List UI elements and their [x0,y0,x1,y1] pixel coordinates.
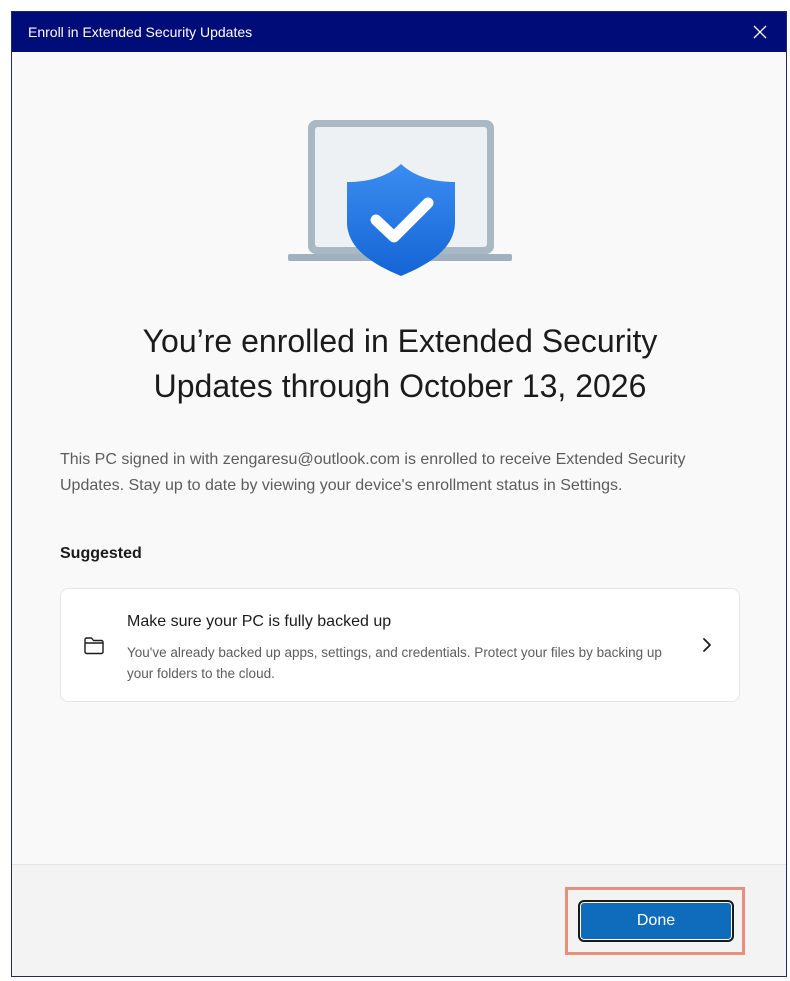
backup-suggestion-card[interactable]: Make sure your PC is fully backed up You… [60,588,740,702]
page-title-line-2: Updates through October 13, 2026 [153,368,647,404]
page-title-line-1: You’re enrolled in Extended Security [142,323,658,359]
card-description: You've already backed up apps, settings,… [127,645,662,681]
window-title: Enroll in Extended Security Updates [28,24,253,40]
enrollment-description: This PC signed in with zengaresu@outlook… [60,451,686,494]
close-icon [753,25,767,39]
dialog-window: Enroll in Extended Security Updates You’… [11,11,787,977]
dialog-content: You’re enrolled in Extended Security Upd… [12,52,786,864]
close-button[interactable] [734,12,786,52]
suggested-heading: Suggested [60,545,142,562]
done-button[interactable]: Done [578,900,734,942]
page-title: You’re enrolled in Extended Security Upd… [52,319,748,409]
laptop-shield-check-icon [282,112,522,292]
chevron-right-icon [703,638,711,652]
folder-icon [84,637,104,655]
card-title: Make sure your PC is fully backed up [127,613,392,630]
dialog-footer: Done [12,864,786,976]
title-bar: Enroll in Extended Security Updates [12,12,786,52]
